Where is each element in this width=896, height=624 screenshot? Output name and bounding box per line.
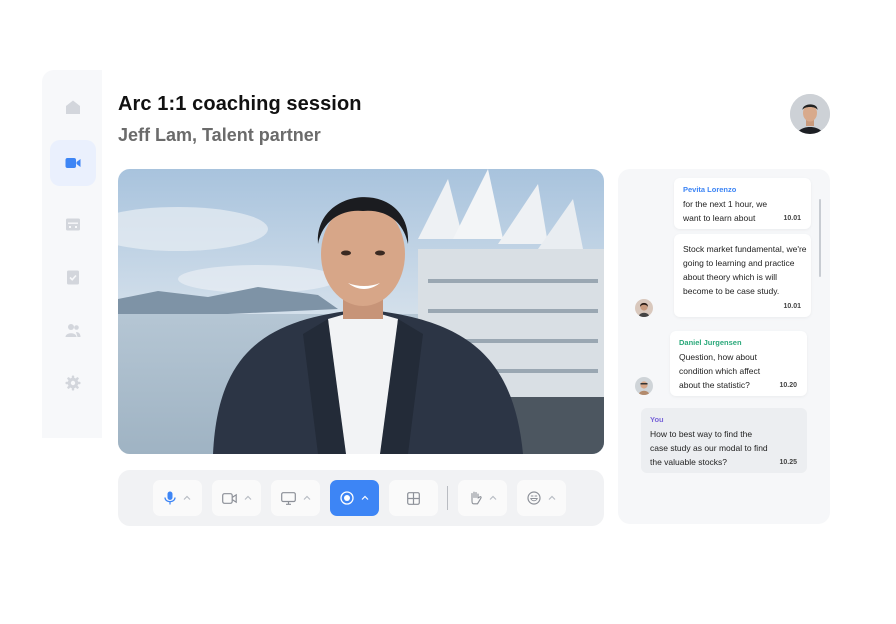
message-text: Stock market fundamental, we're going to… <box>683 244 807 296</box>
video-feed[interactable] <box>118 169 604 454</box>
message-time: 10.01 <box>783 215 801 222</box>
video-camera-icon <box>65 158 81 168</box>
participant-avatar <box>635 377 653 395</box>
users-icon <box>65 324 81 337</box>
screen-share-icon <box>280 491 296 505</box>
emoji-icon <box>527 491 541 505</box>
page-title: Arc 1:1 coaching session <box>118 93 362 115</box>
chat-message: Pevita Lorenzo for the next 1 hour, we w… <box>674 178 811 229</box>
nav-item-calendar[interactable] <box>50 201 96 247</box>
message-text: Question, how about condition which affe… <box>679 352 761 390</box>
nav-item-users[interactable] <box>50 307 96 353</box>
message-text: for the next 1 hour, we want to learn ab… <box>683 199 768 223</box>
gear-icon <box>65 375 81 391</box>
call-controls <box>118 470 604 526</box>
page-subtitle: Jeff Lam, Talent partner <box>118 125 321 145</box>
calendar-icon <box>66 218 80 231</box>
chat-message: Daniel Jurgensen Question, how about con… <box>670 331 807 396</box>
chevron-up-icon[interactable] <box>361 494 369 502</box>
controls-divider <box>447 486 448 510</box>
grid-layout-icon <box>407 491 420 505</box>
message-time: 10.20 <box>779 382 797 389</box>
nav-item-tasks[interactable] <box>50 254 96 300</box>
screen-share-button[interactable] <box>271 480 320 516</box>
clipboard-check-icon <box>67 270 79 285</box>
video-camera-icon <box>221 492 237 504</box>
chevron-up-icon[interactable] <box>183 494 191 502</box>
chevron-up-icon[interactable] <box>548 494 556 502</box>
nav-item-settings[interactable] <box>50 360 96 406</box>
nav-item-home[interactable] <box>50 84 96 130</box>
message-sender: Pevita Lorenzo <box>683 185 737 194</box>
raise-hand-icon <box>470 491 482 505</box>
user-avatar[interactable] <box>790 94 830 134</box>
message-time: 10.01 <box>783 303 801 310</box>
raise-hand-button[interactable] <box>458 480 507 516</box>
participant-video <box>118 169 604 454</box>
microphone-icon <box>164 491 176 505</box>
chevron-up-icon[interactable] <box>303 494 311 502</box>
message-sender: You <box>650 415 664 424</box>
home-icon <box>66 100 80 114</box>
camera-button[interactable] <box>212 480 261 516</box>
chat-message-own: You How to best way to find the case stu… <box>641 408 807 473</box>
chat-panel: Pevita Lorenzo for the next 1 hour, we w… <box>618 169 830 524</box>
reactions-button[interactable] <box>517 480 566 516</box>
nav-item-video[interactable] <box>50 140 96 186</box>
chevron-up-icon[interactable] <box>489 494 497 502</box>
chat-message: Stock market fundamental, we're going to… <box>674 234 811 317</box>
message-time: 10.25 <box>779 459 797 466</box>
record-icon <box>340 491 354 505</box>
message-sender: Daniel Jurgensen <box>679 338 742 347</box>
chat-scrollbar[interactable] <box>819 199 821 277</box>
participant-avatar <box>635 299 653 317</box>
message-text: How to best way to find the case study a… <box>650 429 768 467</box>
record-button[interactable] <box>330 480 379 516</box>
microphone-button[interactable] <box>153 480 202 516</box>
layout-button[interactable] <box>389 480 438 516</box>
sidebar <box>42 70 102 438</box>
avatar-image <box>790 94 830 134</box>
chevron-up-icon[interactable] <box>244 494 252 502</box>
